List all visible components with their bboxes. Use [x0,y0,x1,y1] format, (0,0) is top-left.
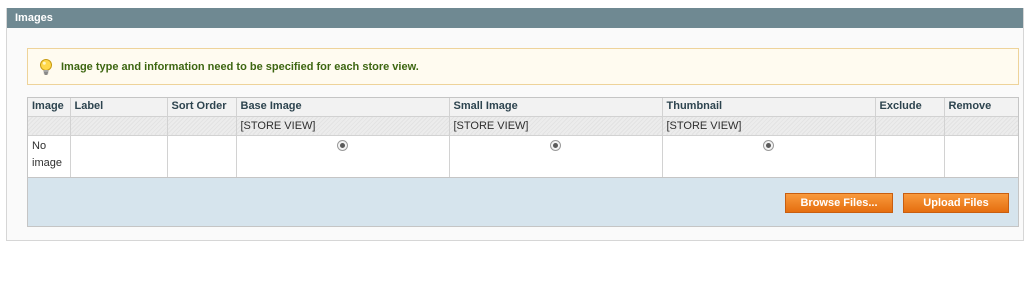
exclude-cell [875,135,945,178]
column-header-sort-order: Sort Order [167,98,237,117]
column-header-small-image: Small Image [449,98,663,117]
images-table: Image Label Sort Order Base Image Small … [28,98,1018,178]
base-image-scope-label: [STORE VIEW] [236,116,450,136]
label-cell [70,135,168,178]
thumbnail-cell [662,135,876,178]
store-view-notice: Image type and information need to be sp… [27,48,1019,85]
notice-text: Image type and information need to be sp… [61,60,419,73]
column-header-base-image: Base Image [236,98,450,117]
small-image-scope-label: [STORE VIEW] [449,116,663,136]
table-header-row: Image Label Sort Order Base Image Small … [28,98,1018,117]
table-scope-row: [STORE VIEW] [STORE VIEW] [STORE VIEW] [28,116,1018,136]
table-row: No image [28,135,1018,178]
column-header-label: Label [70,98,168,117]
column-header-exclude: Exclude [875,98,945,117]
no-image-cell: No image [28,135,71,178]
base-image-radio[interactable] [337,139,348,151]
small-image-radio[interactable] [550,139,561,151]
images-fieldset: Images Image type and information need t… [6,8,1024,241]
base-image-cell [236,135,450,178]
column-header-image: Image [28,98,71,117]
section-title: Images [7,8,1023,28]
column-header-remove: Remove [944,98,1018,117]
column-header-thumbnail: Thumbnail [662,98,876,117]
small-image-cell [449,135,663,178]
sort-order-cell [167,135,237,178]
thumbnail-radio[interactable] [763,139,774,151]
remove-cell [944,135,1018,178]
lightbulb-icon [40,58,52,75]
images-grid: Image Label Sort Order Base Image Small … [27,97,1019,227]
browse-files-button[interactable]: Browse Files... [785,193,893,213]
thumbnail-scope-label: [STORE VIEW] [662,116,876,136]
upload-files-button[interactable]: Upload Files [903,193,1009,213]
